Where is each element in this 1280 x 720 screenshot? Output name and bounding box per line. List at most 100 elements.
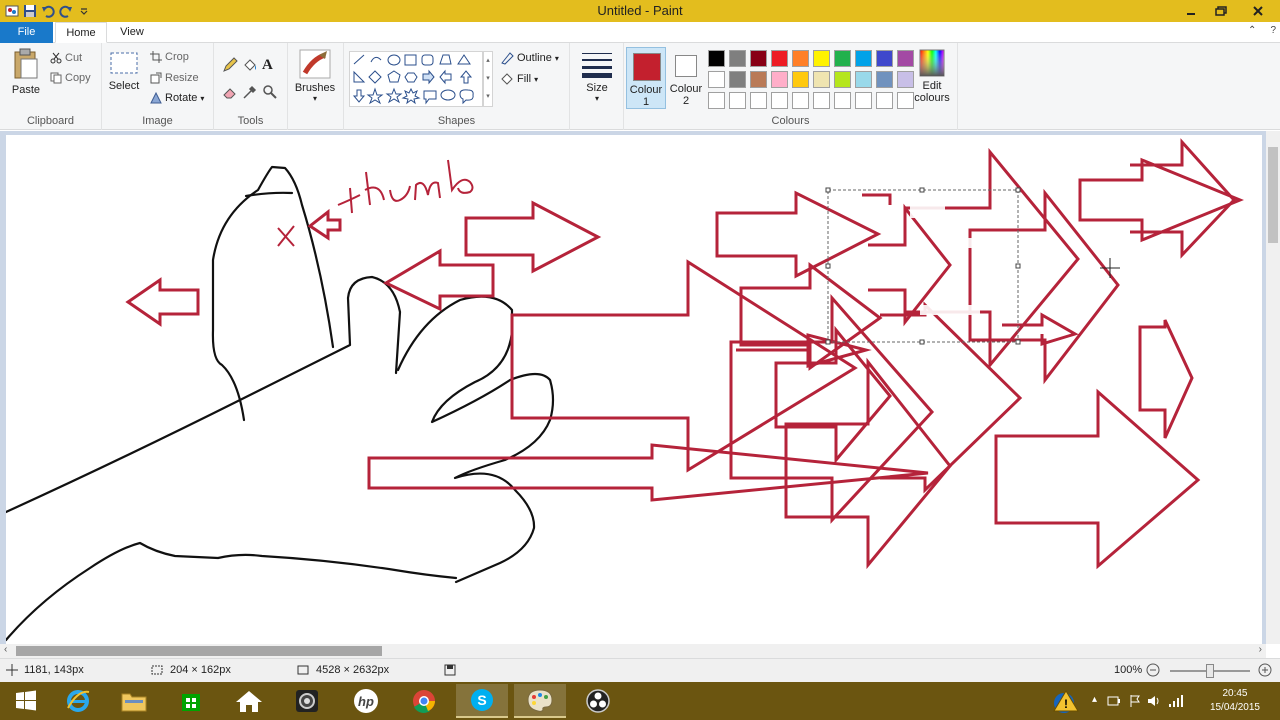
show-hidden-icons[interactable]: ▴ (1092, 694, 1097, 705)
vertical-scroll-thumb[interactable] (1268, 147, 1278, 243)
palette-swatch[interactable] (771, 71, 788, 88)
minimize-button[interactable] (1176, 0, 1206, 22)
scissors-icon (50, 52, 62, 64)
colour1-button[interactable]: Colour 1 (626, 47, 666, 109)
palette-swatch[interactable] (855, 92, 872, 109)
help-icon[interactable]: ? (1270, 25, 1276, 36)
select-button[interactable]: Select (108, 51, 140, 92)
palette-swatch[interactable] (876, 71, 893, 88)
shapes-gallery-scroll[interactable]: ▴ ▾ ▾ (483, 51, 493, 107)
palette-swatch[interactable] (876, 92, 893, 109)
close-button[interactable] (1236, 0, 1280, 22)
rotate-button[interactable]: Rotate ▾ (150, 92, 204, 104)
copy-button[interactable]: Copy (50, 72, 91, 84)
palette-swatch[interactable] (729, 71, 746, 88)
pencil-icon[interactable] (222, 57, 242, 76)
paste-button[interactable]: Paste (6, 47, 46, 96)
fill-button[interactable]: Fill ▾ (500, 72, 538, 86)
palette-swatch[interactable] (792, 50, 809, 67)
taskbar-hp[interactable]: hp (340, 684, 392, 718)
undo-icon[interactable] (40, 3, 56, 19)
zoom-out-button[interactable] (1146, 663, 1160, 677)
notification-warning-icon[interactable]: ! (1052, 689, 1080, 715)
fill-bucket-icon[interactable] (242, 57, 262, 76)
palette-swatch[interactable] (855, 50, 872, 67)
collapse-ribbon-icon[interactable]: ⌃ (1248, 25, 1256, 36)
crop-button[interactable]: Crop (150, 51, 189, 63)
image-size: 4528 × 2632px (296, 664, 389, 676)
tab-file[interactable]: File (0, 22, 53, 43)
palette-swatch[interactable] (792, 92, 809, 109)
tab-view[interactable]: View (110, 22, 154, 43)
flag-icon[interactable] (1128, 694, 1142, 708)
taskbar-obs[interactable] (572, 684, 624, 718)
clock[interactable]: 20:45 15/04/2015 (1210, 687, 1260, 715)
taskbar-chrome[interactable] (398, 684, 450, 718)
volume-icon[interactable] (1146, 694, 1162, 708)
size-button[interactable]: Size ▾ (580, 51, 614, 103)
taskbar-file-explorer[interactable] (108, 684, 160, 718)
tab-home[interactable]: Home (55, 22, 107, 43)
taskbar-media-app[interactable] (281, 684, 333, 718)
zoom-slider[interactable] (1170, 664, 1250, 678)
vertical-scrollbar[interactable] (1266, 131, 1280, 644)
select-icon (110, 52, 138, 74)
power-icon[interactable] (1106, 694, 1122, 708)
taskbar-skype[interactable]: S (456, 684, 508, 718)
palette-swatch[interactable] (834, 71, 851, 88)
palette-swatch[interactable] (708, 92, 725, 109)
wifi-signal-icon[interactable] (1168, 694, 1184, 708)
cursor-position-icon (6, 664, 18, 676)
maximize-button[interactable] (1206, 0, 1236, 22)
start-button[interactable] (0, 684, 52, 718)
magnifier-icon[interactable] (262, 84, 282, 103)
palette-swatch[interactable] (708, 50, 725, 67)
taskbar-store[interactable] (165, 684, 217, 718)
palette-swatch[interactable] (834, 92, 851, 109)
colour2-button[interactable]: Colour 2 (668, 47, 704, 109)
palette-swatch[interactable] (771, 50, 788, 67)
palette-swatch[interactable] (792, 71, 809, 88)
shapes-gallery[interactable] (349, 51, 483, 107)
taskbar-home[interactable] (223, 684, 275, 718)
zoom-level: 100% (1114, 664, 1143, 676)
palette-swatch[interactable] (750, 92, 767, 109)
redo-icon[interactable] (58, 3, 74, 19)
palette-swatch[interactable] (813, 50, 830, 67)
customize-qat-chevron-icon[interactable] (76, 3, 92, 19)
file-size (444, 664, 456, 676)
drawing-canvas[interactable] (6, 135, 1262, 644)
save-icon[interactable] (22, 3, 38, 19)
horizontal-scrollbar[interactable]: ‹ › (0, 644, 1266, 658)
zoom-slider-thumb[interactable] (1206, 664, 1214, 678)
palette-swatch[interactable] (729, 92, 746, 109)
zoom-in-button[interactable] (1258, 663, 1272, 677)
palette-swatch[interactable] (813, 92, 830, 109)
palette-swatch[interactable] (855, 71, 872, 88)
taskbar-paint[interactable] (514, 684, 566, 718)
colour-picker-icon[interactable] (242, 84, 262, 103)
chrome-icon (413, 690, 435, 713)
scroll-left-icon[interactable]: ‹ (4, 644, 7, 655)
edit-colours-button[interactable]: Edit colours (912, 49, 952, 104)
scroll-right-icon[interactable]: › (1259, 644, 1262, 655)
cut-button[interactable]: Cut (50, 52, 82, 64)
outline-button[interactable]: Outline ▾ (500, 51, 559, 65)
text-tool-icon[interactable]: A (262, 57, 282, 76)
horizontal-scroll-thumb[interactable] (16, 646, 382, 656)
palette-swatch[interactable] (729, 50, 746, 67)
eraser-icon[interactable] (222, 84, 242, 103)
palette-swatch[interactable] (750, 50, 767, 67)
paint-app-icon[interactable] (4, 3, 20, 19)
palette-swatch[interactable] (771, 92, 788, 109)
palette-swatch[interactable] (750, 71, 767, 88)
image-group: Select Crop Resize Rotate ▾ Image (102, 43, 214, 130)
palette-swatch[interactable] (708, 71, 725, 88)
brushes-button[interactable]: Brushes ▾ (294, 49, 336, 103)
canvas-drawing (6, 138, 1244, 642)
taskbar-internet-explorer[interactable] (52, 684, 104, 718)
resize-button[interactable]: Resize (150, 72, 199, 84)
palette-swatch[interactable] (813, 71, 830, 88)
palette-swatch[interactable] (876, 50, 893, 67)
palette-swatch[interactable] (834, 50, 851, 67)
